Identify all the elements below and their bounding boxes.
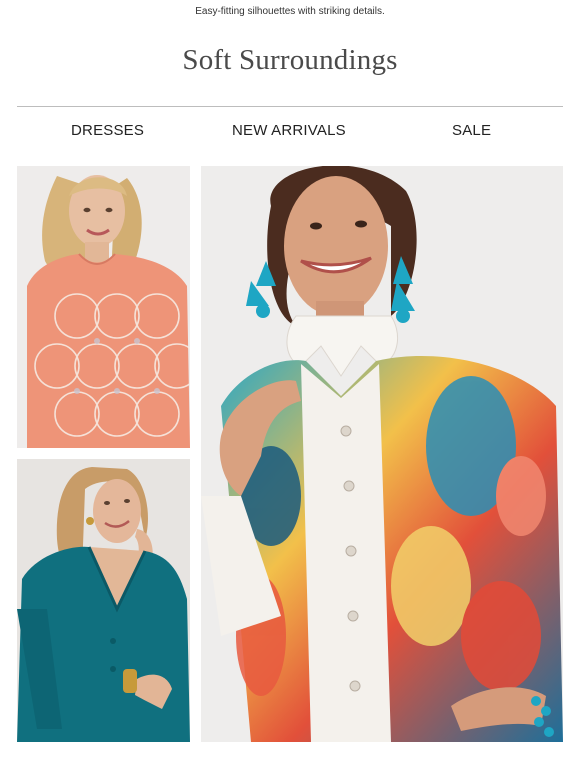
nav-link-dresses[interactable]: DRESSES <box>71 122 144 139</box>
coral-embellished-tunic-photo <box>17 166 190 448</box>
nav-link-sale[interactable]: SALE <box>452 122 491 139</box>
brand-logo[interactable]: Soft Surroundings <box>0 44 580 77</box>
product-tile-coral-top[interactable] <box>17 166 190 448</box>
header-divider <box>17 106 563 107</box>
preheader-text: Easy-fitting silhouettes with striking d… <box>195 6 385 17</box>
product-tile-teal-tunic[interactable] <box>17 459 190 742</box>
product-tile-watercolor-shirt[interactable] <box>201 166 563 742</box>
teal-tunic-photo <box>17 459 190 742</box>
watercolor-print-shirt-photo <box>201 166 563 742</box>
nav-link-new-arrivals[interactable]: NEW ARRIVALS <box>232 122 346 139</box>
main-nav: DRESSES NEW ARRIVALS SALE <box>0 122 580 144</box>
